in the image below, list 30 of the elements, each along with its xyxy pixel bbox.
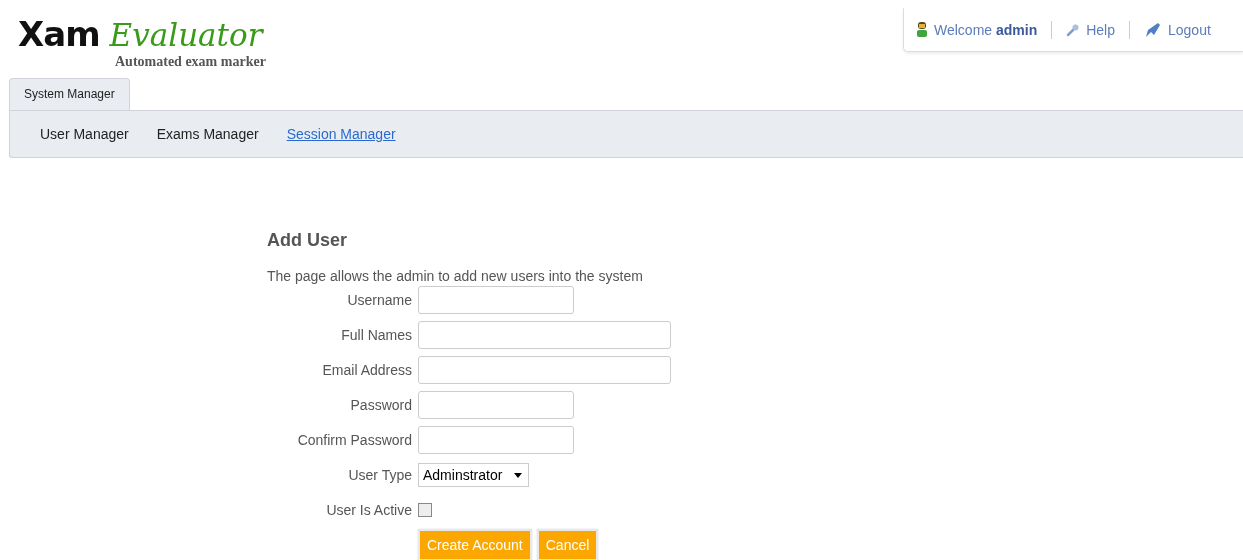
nav-link[interactable]: User Manager (40, 126, 129, 142)
logo-mark: Xam (18, 14, 100, 54)
nav-link[interactable]: Session Manager (286, 126, 396, 142)
field-label: Full Names (340, 327, 412, 343)
logo-name: Evaluator (109, 16, 263, 55)
input-field[interactable] (418, 356, 671, 384)
wrench-icon (1066, 22, 1081, 37)
tab[interactable]: System Manager (9, 78, 130, 110)
input-field[interactable] (418, 426, 574, 454)
user-icon (916, 21, 928, 38)
tagline: Automated exam marker (115, 54, 266, 70)
help-link[interactable]: Help (1086, 21, 1115, 38)
field-label: Email Address (321, 362, 412, 378)
field-label: Confirm Password (296, 432, 412, 448)
field-label: User Is Active (325, 502, 412, 518)
field-label: Username (346, 292, 412, 308)
input-field[interactable] (418, 286, 574, 314)
welcome-text: Welcome admin (934, 21, 1038, 38)
field-label: User Type (347, 467, 412, 483)
plug-icon (1144, 20, 1162, 39)
form-description: The page allows the admin to add new users into the system (267, 268, 644, 284)
logout-link[interactable]: Logout (1168, 21, 1211, 38)
field-label: Password (349, 397, 412, 413)
caret-icon (514, 472, 523, 478)
input-field[interactable] (418, 391, 574, 419)
user-type-dropdown[interactable]: Adminstrator (418, 463, 530, 487)
input-field[interactable] (418, 321, 671, 349)
form-title: Add User (267, 230, 348, 251)
checkbox[interactable] (418, 503, 432, 517)
nav-link[interactable]: Exams Manager (156, 126, 259, 142)
